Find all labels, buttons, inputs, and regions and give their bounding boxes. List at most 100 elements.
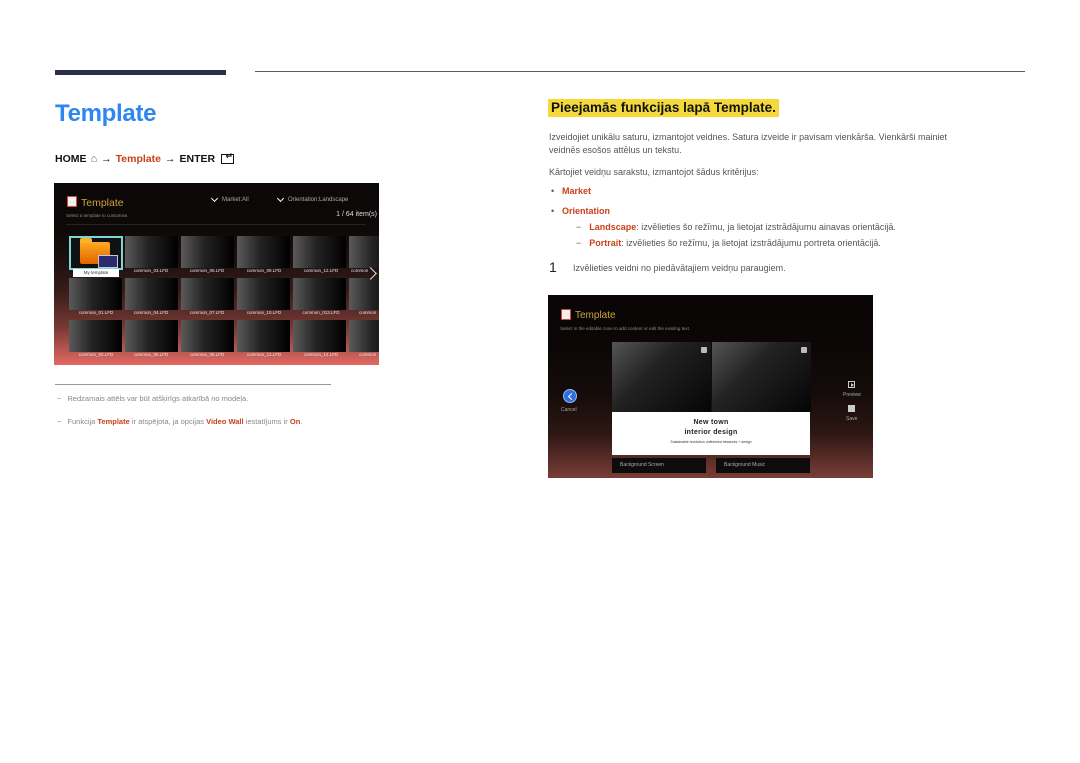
page-title: Template (55, 100, 157, 127)
sub-dash: − (576, 222, 582, 232)
notes-divider (55, 384, 331, 385)
bullet-market: Market (562, 186, 592, 196)
template-thumbnail[interactable] (237, 278, 290, 310)
template-thumbnail[interactable] (237, 236, 290, 268)
screen-icon (98, 255, 118, 268)
intro-paragraph: Izveidojiet unikālu saturu, izmantojot v… (549, 131, 1009, 157)
breadcrumb-home: HOME (55, 153, 87, 165)
sub-item-landscape: − Landscape: izvēlieties šo režīmu, ja li… (576, 222, 896, 232)
template-thumbnail[interactable] (125, 278, 178, 310)
template-label: common_05.LFD (133, 352, 169, 357)
template-thumbnail[interactable] (293, 320, 346, 352)
template-label: My template (73, 269, 119, 277)
back-icon[interactable] (563, 389, 577, 403)
template-thumbnail[interactable] (181, 278, 234, 310)
template-thumbnail[interactable] (349, 236, 379, 268)
template-thumbnail-my-template[interactable] (69, 236, 123, 270)
breadcrumb: HOME ⌂ → Template → ENTER (55, 151, 235, 165)
preview-label[interactable]: Preview (843, 392, 861, 398)
sub-item-portrait: − Portrait: izvēlieties šo režīmu, ja lie… (576, 238, 881, 248)
note-keyword: Video Wall (206, 417, 244, 426)
breadcrumb-enter: ENTER (179, 153, 216, 165)
step-text: Izvēlieties veidni no piedāvātajiem veid… (573, 263, 786, 273)
bullet-dot: • (551, 206, 555, 216)
orientation-filter-label: Orientation:Landscape (288, 197, 349, 203)
orientation-filter[interactable]: Orientation:Landscape (276, 194, 349, 203)
template-thumbnail[interactable] (125, 320, 178, 352)
template-label: common_02.LFD (78, 352, 114, 357)
cancel-label[interactable]: Cancel (561, 407, 577, 413)
edit-image-icon[interactable] (801, 347, 807, 353)
template-label: common_03.LFD (133, 268, 169, 273)
template-list-screenshot: Template Select a template to customise.… (54, 183, 379, 365)
sub-label: Landscape (589, 222, 637, 232)
note: − Funkcija Template ir atspējota, ja opci… (57, 417, 302, 426)
template-thumbnail[interactable] (181, 236, 234, 268)
chevron-down-icon (210, 194, 219, 203)
template-label: common_013.LFD (302, 310, 340, 315)
save-icon[interactable] (848, 405, 855, 412)
header-rule-thin (255, 71, 1025, 72)
note-dash: − (57, 394, 62, 403)
note-text: Funkcija (67, 417, 98, 426)
template-list-title: Template (81, 197, 124, 209)
note-text: . (300, 417, 303, 426)
note-keyword: Template (97, 417, 130, 426)
divider (66, 224, 366, 225)
note-text: Redzamais attēls var būt atšķirīgs atkar… (67, 394, 249, 403)
market-filter[interactable]: Market:All (210, 194, 249, 203)
intro-line: Izveidojiet unikālu saturu, izmantojot v… (549, 132, 948, 142)
template-label: common_12.LFD (303, 268, 339, 273)
save-label[interactable]: Save (846, 416, 857, 422)
template-thumbnail[interactable] (181, 320, 234, 352)
template-thumbnail[interactable] (293, 236, 346, 268)
editor-subtitle: Select in the editable zone to add conte… (560, 326, 691, 331)
breadcrumb-arrow: → (101, 153, 112, 165)
sub-text: : izvēlieties šo režīmu, ja lietojat izs… (621, 238, 881, 248)
template-editor-screenshot: Template Select in the editable zone to … (548, 295, 873, 478)
text-zone-line: New town (693, 419, 729, 426)
note: − Redzamais attēls var būt atšķirīgs atka… (57, 394, 248, 403)
template-list-subtitle: Select a template to customise. (66, 213, 129, 218)
background-music-button[interactable]: Background Music (716, 458, 810, 473)
template-label: common_04.LFD (133, 310, 169, 315)
template-thumbnail[interactable] (125, 236, 178, 268)
header-rule-thick (55, 70, 226, 75)
intro-line: veidnēs esošos attēlus un tekstu. (549, 145, 682, 155)
template-thumbnail[interactable] (69, 278, 122, 310)
background-screen-button[interactable]: Background Screen (612, 458, 706, 473)
sub-label: Portrait (589, 238, 622, 248)
template-thumbnail[interactable] (293, 278, 346, 310)
image-zone[interactable] (612, 342, 711, 412)
enter-icon (221, 151, 235, 164)
template-label: common (359, 310, 377, 315)
edit-image-icon[interactable] (701, 347, 707, 353)
note-text: ir atspējota, ja opcijas (129, 417, 207, 426)
editor-title: Template (575, 310, 616, 321)
note-keyword: On (289, 417, 301, 426)
template-thumbnail[interactable] (349, 278, 379, 310)
chevron-down-icon (276, 194, 285, 203)
template-label: common_06.LFD (189, 268, 225, 273)
template-thumbnail[interactable] (237, 320, 290, 352)
template-thumbnail[interactable] (349, 320, 379, 352)
image-zone[interactable] (712, 342, 811, 412)
template-thumbnail[interactable] (69, 320, 122, 352)
sub-text: : izvēlieties šo režīmu, ja lietojat izs… (636, 222, 896, 232)
template-label: common_11.LFD (246, 352, 282, 357)
breadcrumb-template: Template (115, 153, 161, 165)
breadcrumb-arrow: → (164, 153, 176, 165)
bullet-orientation: Orientation (562, 206, 611, 216)
template-label: common_08.LFD (189, 352, 225, 357)
preview-icon[interactable] (848, 381, 855, 388)
step-number: 1 (549, 259, 557, 275)
sub-dash: − (576, 238, 582, 248)
template-label: common (359, 352, 377, 357)
bullet-dot: • (551, 186, 555, 196)
text-zone[interactable]: New town interior design Sustainable rev… (612, 412, 810, 455)
template-label: common_14.LFD (303, 352, 339, 357)
item-count: 1 / 64 item(s) (336, 211, 377, 218)
template-icon (67, 196, 77, 207)
note-dash: − (57, 417, 62, 426)
note-text: iestatījums ir (243, 417, 290, 426)
